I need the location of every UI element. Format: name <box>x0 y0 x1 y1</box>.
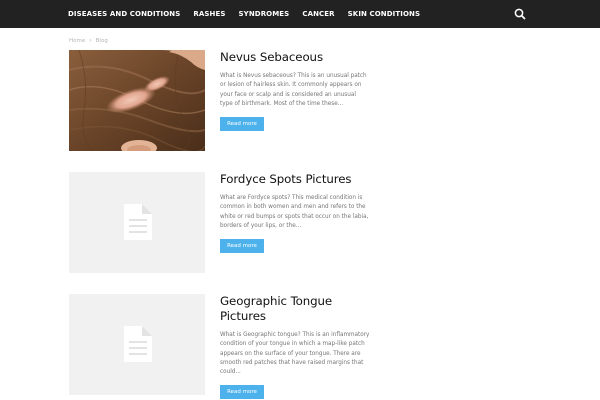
menu-item-skin-conditions[interactable]: SKIN CONDITIONS <box>348 10 420 18</box>
post-title[interactable]: Geographic Tongue Pictures <box>220 294 370 324</box>
post-thumbnail[interactable] <box>69 172 205 273</box>
post-item: Geographic Tongue Pictures What is Geogr… <box>69 294 389 400</box>
main-menu: DISEASES AND CONDITIONS RASHES SYNDROMES… <box>68 0 433 28</box>
breadcrumb-current[interactable]: Blog <box>96 38 108 44</box>
post-excerpt: What is Nevus sebaceous? This is an unus… <box>220 73 367 107</box>
post-item: Nevus Sebaceous What is Nevus sebaceous?… <box>69 50 389 151</box>
breadcrumb: Home › Blog <box>69 37 108 44</box>
menu-item-rashes[interactable]: RASHES <box>193 10 225 18</box>
post-body: Fordyce Spots Pictures What are Fordyce … <box>220 172 370 254</box>
post-excerpt: What is Geographic tongue? This is an in… <box>220 332 370 376</box>
search-icon[interactable] <box>513 6 527 20</box>
breadcrumb-separator: › <box>89 37 92 44</box>
scalp-photo <box>69 50 205 151</box>
menu-item-syndromes[interactable]: SYNDROMES <box>239 10 290 18</box>
post-body: Nevus Sebaceous What is Nevus sebaceous?… <box>220 50 370 132</box>
post-excerpt: What are Fordyce spots? This medical con… <box>220 195 369 229</box>
document-placeholder-icon <box>124 204 152 240</box>
top-nav-bar: DISEASES AND CONDITIONS RASHES SYNDROMES… <box>0 0 600 28</box>
post-thumbnail[interactable] <box>69 50 205 151</box>
post-body: Geographic Tongue Pictures What is Geogr… <box>220 294 370 400</box>
breadcrumb-home[interactable]: Home <box>69 38 85 44</box>
read-more-button[interactable]: Read more <box>220 117 264 132</box>
document-placeholder-icon <box>124 326 152 362</box>
read-more-button[interactable]: Read more <box>220 385 264 400</box>
post-title[interactable]: Fordyce Spots Pictures <box>220 172 370 187</box>
read-more-button[interactable]: Read more <box>220 239 264 254</box>
post-title[interactable]: Nevus Sebaceous <box>220 50 370 65</box>
post-thumbnail[interactable] <box>69 294 205 395</box>
post-item: Fordyce Spots Pictures What are Fordyce … <box>69 172 389 273</box>
menu-item-diseases-and-conditions[interactable]: DISEASES AND CONDITIONS <box>68 10 180 18</box>
menu-item-cancer[interactable]: CANCER <box>302 10 334 18</box>
